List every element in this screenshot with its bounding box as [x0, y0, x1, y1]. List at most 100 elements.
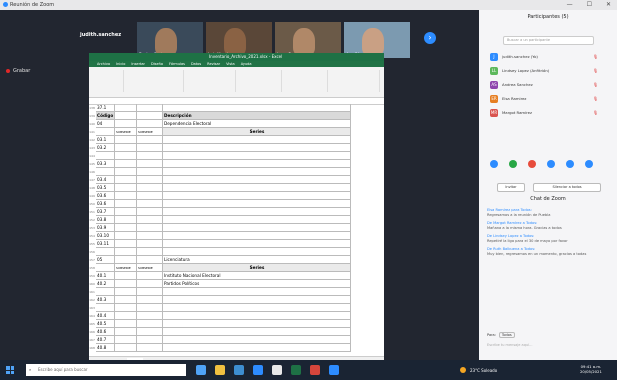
cell-d[interactable]: [163, 232, 351, 240]
cell-b[interactable]: [115, 312, 137, 320]
cell-d[interactable]: [163, 200, 351, 208]
menu-item-vista[interactable]: Vista: [226, 62, 235, 66]
cell-d[interactable]: [163, 184, 351, 192]
table-row[interactable]: 138 37.1: [89, 104, 364, 112]
table-row[interactable]: 167 40.7: [89, 336, 364, 344]
clipboard-group[interactable]: [93, 70, 124, 92]
cell-b[interactable]: [115, 152, 137, 160]
table-row[interactable]: 143 03.2: [89, 144, 364, 152]
cell-d[interactable]: [163, 312, 351, 320]
cell-b[interactable]: [115, 296, 137, 304]
table-row[interactable]: 147 03.4: [89, 176, 364, 184]
cell-a[interactable]: 03.1: [96, 136, 115, 144]
cell-a[interactable]: Código: [96, 112, 115, 120]
cell-a[interactable]: 05: [96, 256, 115, 264]
reaction-icon[interactable]: [528, 160, 536, 168]
cell-a[interactable]: 03.9: [96, 224, 115, 232]
cell-b[interactable]: [115, 336, 137, 344]
cell-c[interactable]: [137, 320, 163, 328]
cell-b[interactable]: [115, 288, 137, 296]
invite-button[interactable]: Invitar: [497, 183, 525, 192]
mute-all-button[interactable]: Silenciar a todos: [533, 183, 601, 192]
cell-a[interactable]: 40.4: [96, 312, 115, 320]
cell-c[interactable]: [137, 136, 163, 144]
cell-a[interactable]: 40.6: [96, 328, 115, 336]
cell-a[interactable]: 03.6: [96, 200, 115, 208]
cell-b[interactable]: [115, 104, 137, 112]
cell-d[interactable]: [163, 208, 351, 216]
reaction-icon[interactable]: [566, 160, 574, 168]
table-row[interactable]: 144: [89, 152, 364, 160]
font-group[interactable]: [125, 70, 184, 92]
taskbar-search-input[interactable]: ⌕ Escribe aquí para buscar: [26, 364, 186, 376]
menu-item-inicio[interactable]: Inicio: [116, 62, 125, 66]
reaction-icon[interactable]: [509, 160, 517, 168]
participant-row[interactable]: LL Lindsey Lopez (Anfitrión) 🎙: [490, 66, 610, 76]
cell-a[interactable]: 03.11: [96, 240, 115, 248]
reaction-icon[interactable]: [490, 160, 498, 168]
table-row[interactable]: 149 03.6: [89, 192, 364, 200]
table-row[interactable]: 162 40.3: [89, 296, 364, 304]
number-group[interactable]: [237, 70, 282, 92]
taskbar-app-icon[interactable]: [329, 365, 339, 375]
cell-a[interactable]: [96, 248, 115, 256]
participant-row[interactable]: ER Elsa Ramirez 🎙: [490, 94, 610, 104]
cell-b[interactable]: [115, 320, 137, 328]
cell-b[interactable]: [115, 200, 137, 208]
cell-d[interactable]: [163, 152, 351, 160]
chat-input[interactable]: Escribe tu mensaje aquí...: [487, 343, 532, 347]
cell-b[interactable]: [115, 208, 137, 216]
cell-b[interactable]: SUBSERIE: [115, 128, 137, 136]
close-button[interactable]: ✕: [606, 1, 611, 8]
reaction-icon[interactable]: [585, 160, 593, 168]
cell-c[interactable]: [137, 160, 163, 168]
cell-c[interactable]: [137, 168, 163, 176]
cell-b[interactable]: [115, 184, 137, 192]
menu-item-fórmulas[interactable]: Fórmulas: [169, 62, 185, 66]
cell-a[interactable]: [96, 288, 115, 296]
cell-d[interactable]: Descripción: [163, 112, 351, 120]
cell-d[interactable]: [163, 320, 351, 328]
cell-a[interactable]: 40.2: [96, 280, 115, 288]
maximize-button[interactable]: ☐: [587, 1, 592, 8]
table-row[interactable]: 168 40.8: [89, 344, 364, 352]
cell-b[interactable]: [115, 192, 137, 200]
taskbar-app-icon[interactable]: [234, 365, 244, 375]
cell-a[interactable]: 03.2: [96, 144, 115, 152]
table-row[interactable]: 156: [89, 248, 364, 256]
cell-c[interactable]: [137, 232, 163, 240]
cell-a[interactable]: [96, 152, 115, 160]
table-row[interactable]: 150 03.6: [89, 200, 364, 208]
cell-b[interactable]: [115, 248, 137, 256]
table-row[interactable]: 165 40.5: [89, 320, 364, 328]
table-row[interactable]: 145 03.3: [89, 160, 364, 168]
cell-c[interactable]: SUBSERIE: [137, 264, 163, 272]
cell-b[interactable]: [115, 224, 137, 232]
cell-b[interactable]: [115, 216, 137, 224]
cell-c[interactable]: [137, 272, 163, 280]
recipient-select[interactable]: Todos: [498, 332, 515, 338]
cell-b[interactable]: [115, 112, 137, 120]
cell-d[interactable]: Licenciatura: [163, 256, 351, 264]
alignment-group[interactable]: [185, 70, 236, 92]
cell-b[interactable]: [115, 120, 137, 128]
recording-indicator[interactable]: Grabar: [6, 68, 30, 74]
taskbar-app-icon[interactable]: [196, 365, 206, 375]
taskbar-app-icon[interactable]: [272, 365, 282, 375]
cell-d[interactable]: [163, 104, 351, 112]
table-row[interactable]: 153 03.9: [89, 224, 364, 232]
cell-a[interactable]: 03.4: [96, 176, 115, 184]
taskbar-app-icon[interactable]: [253, 365, 263, 375]
cell-c[interactable]: [137, 256, 163, 264]
menu-item-ayuda[interactable]: Ayuda: [241, 62, 252, 66]
cell-c[interactable]: [137, 280, 163, 288]
cell-d[interactable]: [163, 240, 351, 248]
cell-d[interactable]: [163, 336, 351, 344]
table-row[interactable]: 139 Código Descripción: [89, 112, 364, 120]
table-row[interactable]: 166 40.6: [89, 328, 364, 336]
table-row[interactable]: 152 03.8: [89, 216, 364, 224]
mic-muted-icon[interactable]: 🎙: [593, 94, 598, 104]
cell-c[interactable]: [137, 152, 163, 160]
cell-d[interactable]: Series: [163, 264, 351, 272]
mic-muted-icon[interactable]: 🎙: [593, 80, 598, 90]
